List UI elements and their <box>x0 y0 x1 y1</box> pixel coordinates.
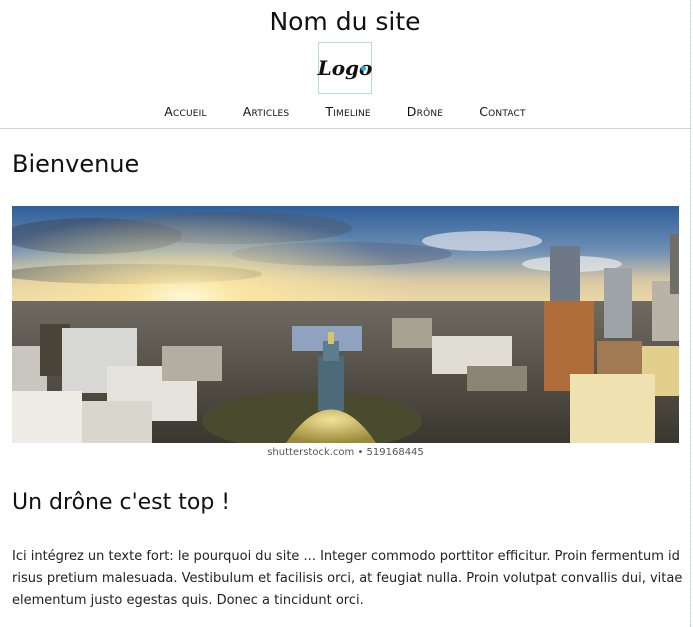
nav-item-accueil[interactable]: Accueil <box>164 104 206 126</box>
site-logo[interactable]: Logo <box>318 42 372 94</box>
page-edge-divider <box>690 0 691 627</box>
logo-dot <box>361 66 366 71</box>
main-nav: Accueil Articles Timeline Drône Contact <box>0 104 690 126</box>
site-title: Nom du site <box>269 7 421 36</box>
intro-paragraph: Ici intégrez un texte fort: le pourquoi … <box>12 549 683 608</box>
city-banner-image <box>12 206 679 443</box>
nav-item-timeline[interactable]: Timeline <box>325 104 370 126</box>
image-credit: shutterstock.com • 519168445 <box>267 447 424 458</box>
nav-item-contact[interactable]: Contact <box>479 104 526 126</box>
nav-item-articles[interactable]: Articles <box>243 104 290 126</box>
section-heading: Un drône c'est top ! <box>12 490 231 515</box>
header-divider <box>0 128 690 129</box>
page-heading: Bienvenue <box>12 150 140 178</box>
nav-item-drone[interactable]: Drône <box>407 104 443 126</box>
site-header: Nom du site Logo Accueil Articles Timeli… <box>0 0 690 126</box>
